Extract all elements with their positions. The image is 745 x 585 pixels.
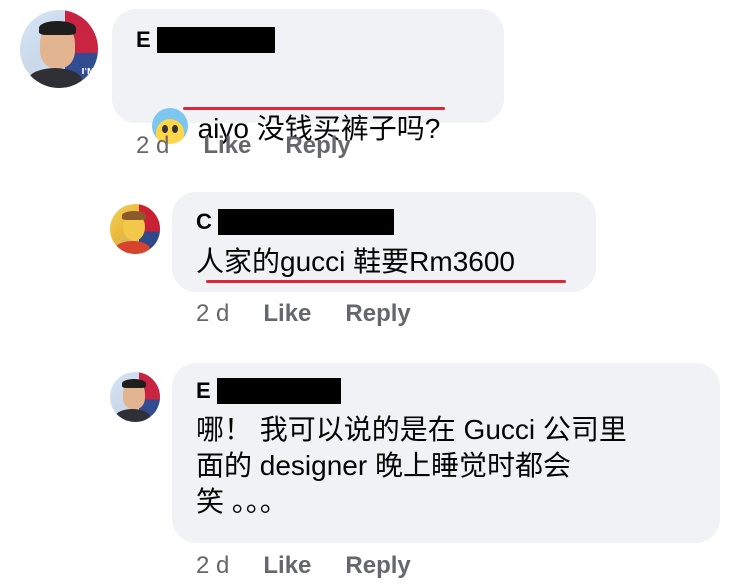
author-initial: E [196, 378, 211, 403]
avatar[interactable] [110, 372, 160, 422]
avatar[interactable] [110, 204, 160, 254]
comment-actions: 2 d Like Reply [136, 132, 385, 160]
comment-author[interactable]: E [196, 378, 341, 404]
comment-author[interactable]: C [196, 209, 394, 235]
author-initial: E [136, 27, 151, 52]
reply-button[interactable]: Reply [285, 132, 350, 160]
comment-text: 哪！ 我可以说的是在 Gucci 公司里 面的 designer 晚上睡觉时都会… [196, 414, 627, 517]
reply-button[interactable]: Reply [345, 300, 410, 328]
author-initial: C [196, 209, 212, 234]
like-button[interactable]: Like [263, 300, 311, 328]
comment-actions: 2 d Like Reply [196, 300, 445, 328]
text-underline [206, 280, 566, 283]
comment-text: 人家的gucci 鞋要Rm3600 [196, 246, 515, 277]
comment-timestamp: 2 d [196, 552, 230, 579]
comment-timestamp: 2 d [196, 300, 230, 327]
redacted-name [216, 378, 341, 404]
reply-button[interactable]: Reply [345, 552, 410, 580]
avatar[interactable]: I'M [20, 10, 98, 88]
comment-actions: 2 d Like Reply [196, 552, 445, 580]
like-button[interactable]: Like [263, 552, 311, 580]
like-button[interactable]: Like [203, 132, 251, 160]
redacted-name [217, 209, 394, 235]
redacted-name [156, 27, 275, 53]
comment-author[interactable]: E [136, 27, 275, 53]
text-underline [183, 107, 445, 110]
comment-timestamp: 2 d [136, 132, 170, 159]
